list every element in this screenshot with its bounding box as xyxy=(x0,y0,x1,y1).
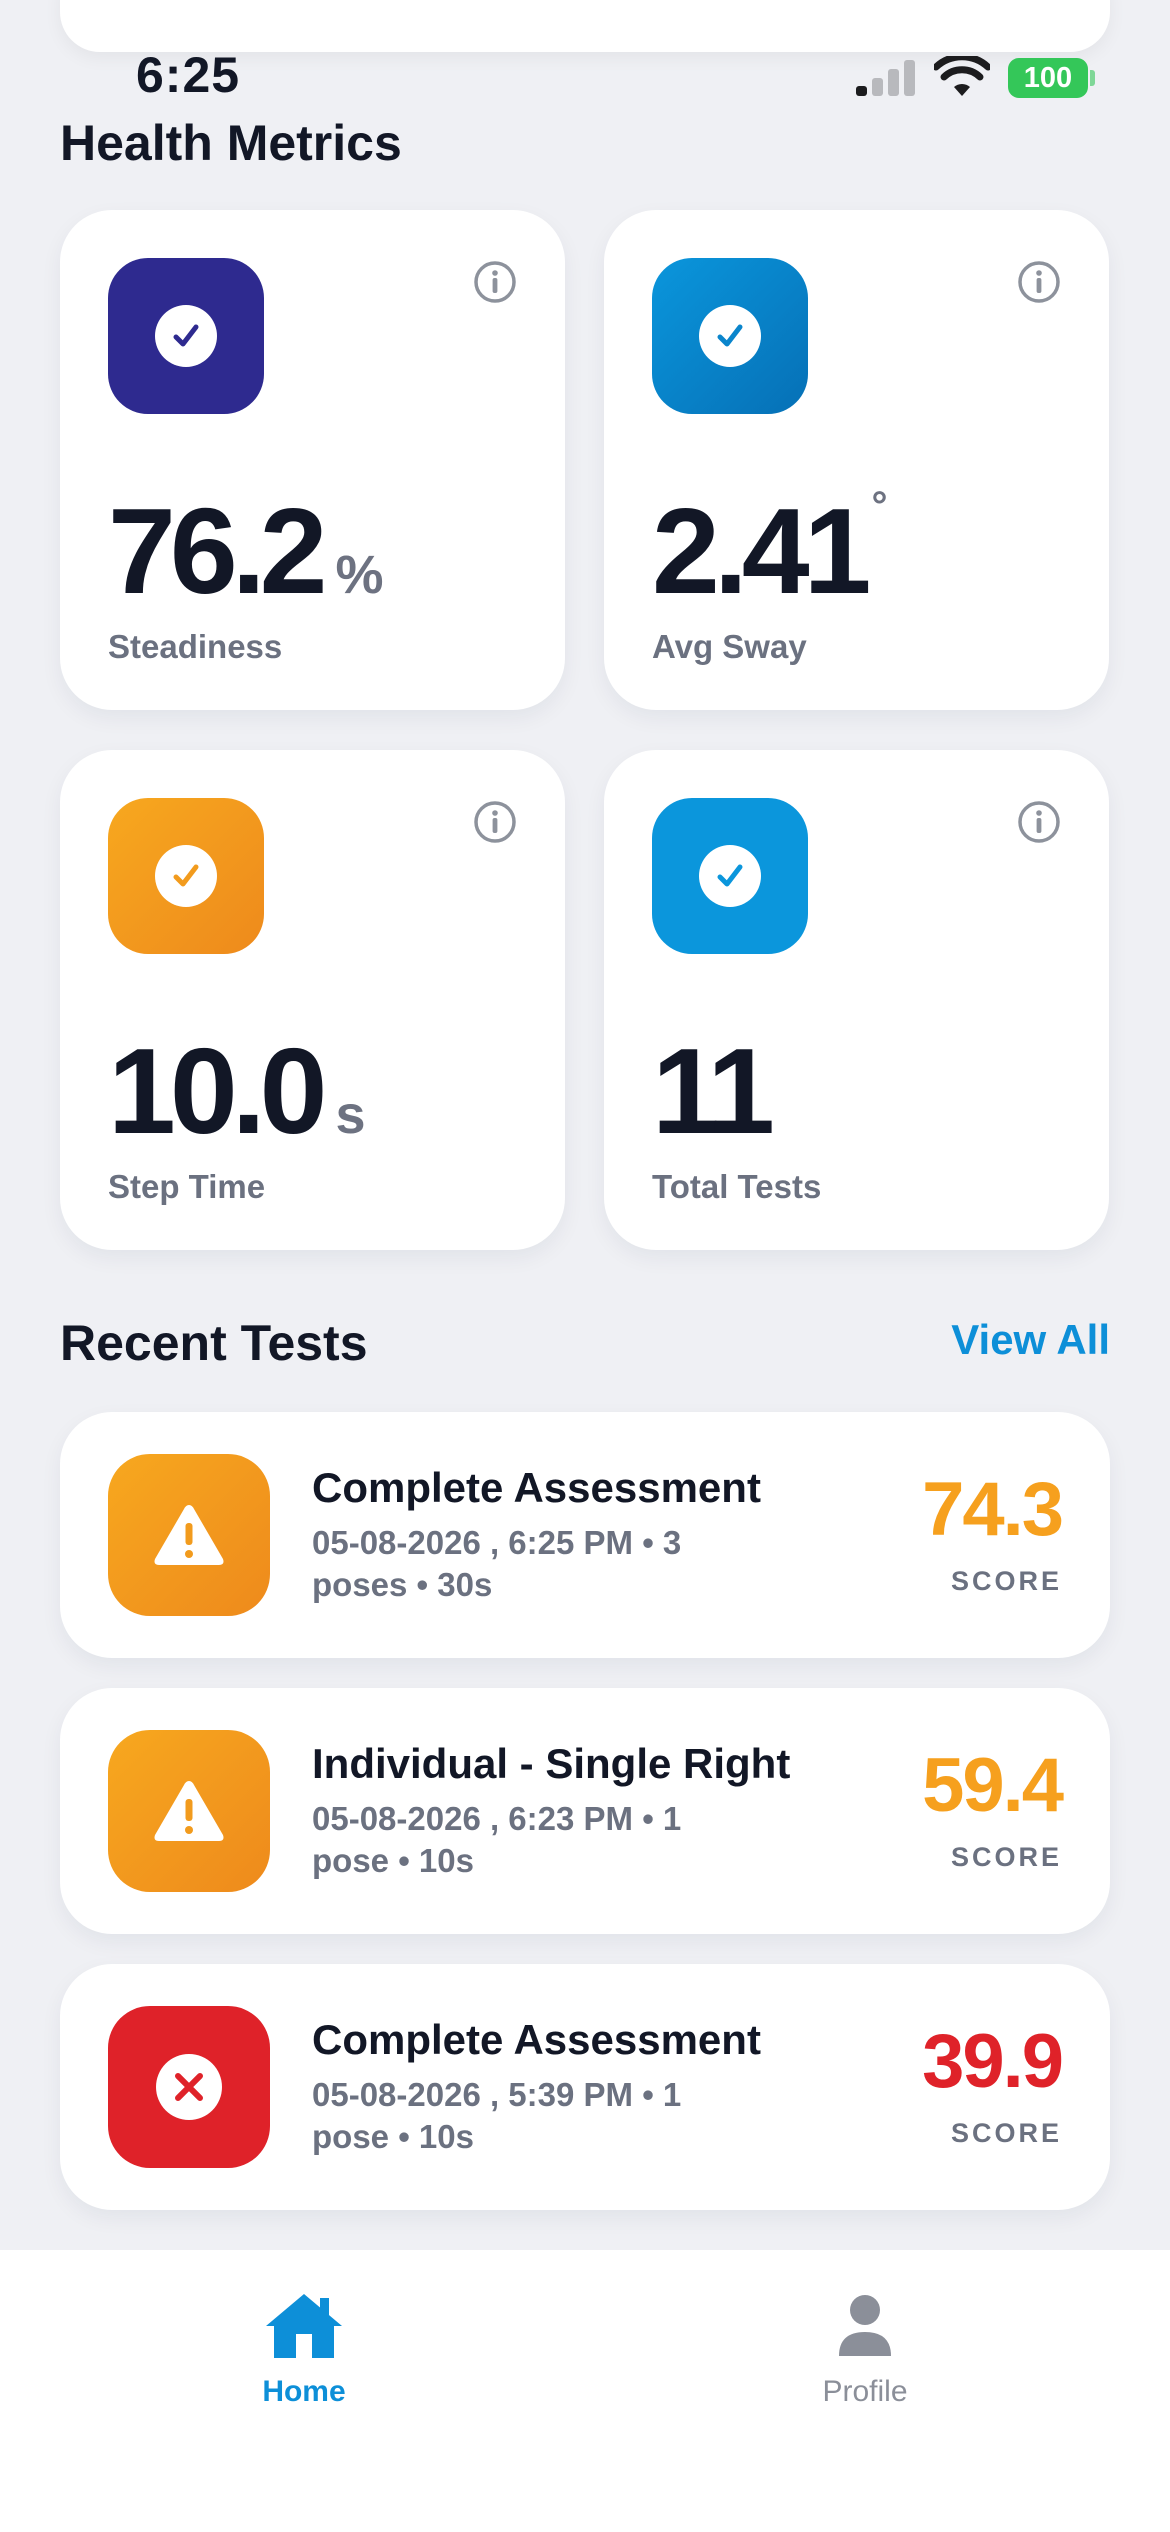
info-icon[interactable] xyxy=(473,260,517,304)
tab-home-label: Home xyxy=(262,2375,346,2408)
metric-card-steadiness[interactable]: 76.2 % Steadiness xyxy=(60,210,565,710)
metric-value-row: 2.41 ° xyxy=(652,483,887,619)
test-title: Complete Assessment xyxy=(312,2016,761,2063)
metric-value-row: 11 xyxy=(652,1023,775,1159)
metric-value: 11 xyxy=(652,1023,775,1159)
test-meta: 05-08-2026 , 6:23 PM • 1 pose • 10s xyxy=(312,1800,682,1879)
check-circle-icon xyxy=(652,798,808,954)
warning-icon xyxy=(108,1730,270,1892)
health-metrics-title: Health Metrics xyxy=(60,115,402,171)
tab-home[interactable]: Home xyxy=(204,2290,404,2409)
info-icon[interactable] xyxy=(1017,800,1061,844)
metric-card-step-time[interactable]: 10.0 s Step Time xyxy=(60,750,565,1250)
metric-value: 2.41 xyxy=(652,483,871,619)
check-circle-icon xyxy=(108,258,264,414)
battery-indicator: 100 xyxy=(1008,58,1088,98)
tab-profile[interactable]: Profile xyxy=(765,2290,965,2409)
wifi-icon xyxy=(934,56,990,96)
test-meta: 05-08-2026 , 6:25 PM • 3 poses • 30s xyxy=(312,1524,682,1603)
test-list-item[interactable]: Complete Assessment 05-08-2026 , 5:39 PM… xyxy=(60,1964,1110,2210)
metric-label: Avg Sway xyxy=(652,628,807,665)
metric-unit: s xyxy=(335,1085,366,1145)
test-score-label: SCORE xyxy=(950,2118,1062,2148)
test-score-label: SCORE xyxy=(950,1566,1062,1596)
info-icon[interactable] xyxy=(473,800,517,844)
status-time: 6:25 xyxy=(136,47,241,103)
metric-value-row: 76.2 % xyxy=(108,490,383,612)
test-list-item[interactable]: Individual - Single Right 05-08-2026 , 6… xyxy=(60,1688,1110,1934)
metric-value: 76.2 xyxy=(108,483,327,619)
test-meta: 05-08-2026 , 5:39 PM • 1 pose • 10s xyxy=(312,2076,682,2155)
info-icon[interactable] xyxy=(1017,260,1061,304)
x-circle-icon xyxy=(108,2006,270,2168)
person-icon xyxy=(839,2295,891,2356)
cellular-signal-icon xyxy=(856,58,916,96)
home-icon xyxy=(266,2294,342,2358)
tab-profile-label: Profile xyxy=(822,2375,908,2408)
metric-unit: ° xyxy=(871,484,888,528)
test-title: Individual - Single Right xyxy=(312,1740,791,1787)
test-score: 59.4 xyxy=(922,1743,1064,1828)
check-circle-icon xyxy=(652,258,808,414)
metric-label: Total Tests xyxy=(652,1168,822,1205)
metric-label: Step Time xyxy=(108,1168,266,1205)
metric-value: 10.0 xyxy=(108,1023,327,1159)
warning-icon xyxy=(108,1454,270,1616)
test-score: 74.3 xyxy=(922,1467,1064,1552)
battery-tip xyxy=(1090,70,1095,86)
metric-card-avg-sway[interactable]: 2.41 ° Avg Sway xyxy=(604,210,1109,710)
recent-tests-title: Recent Tests xyxy=(60,1315,368,1371)
metric-value-row: 10.0 s xyxy=(108,1030,366,1152)
metric-unit: % xyxy=(335,545,384,605)
view-all-link[interactable]: View All xyxy=(951,1316,1110,1364)
metric-card-total-tests[interactable]: 11 Total Tests xyxy=(604,750,1109,1250)
test-score: 39.9 xyxy=(922,2019,1064,2104)
test-score-label: SCORE xyxy=(950,1842,1062,1872)
metric-label: Steadiness xyxy=(108,628,283,665)
test-list-item[interactable]: Complete Assessment 05-08-2026 , 6:25 PM… xyxy=(60,1412,1110,1658)
tab-bar: Home Profile xyxy=(0,2250,1170,2532)
test-title: Complete Assessment xyxy=(312,1464,761,1511)
check-circle-icon xyxy=(108,798,264,954)
